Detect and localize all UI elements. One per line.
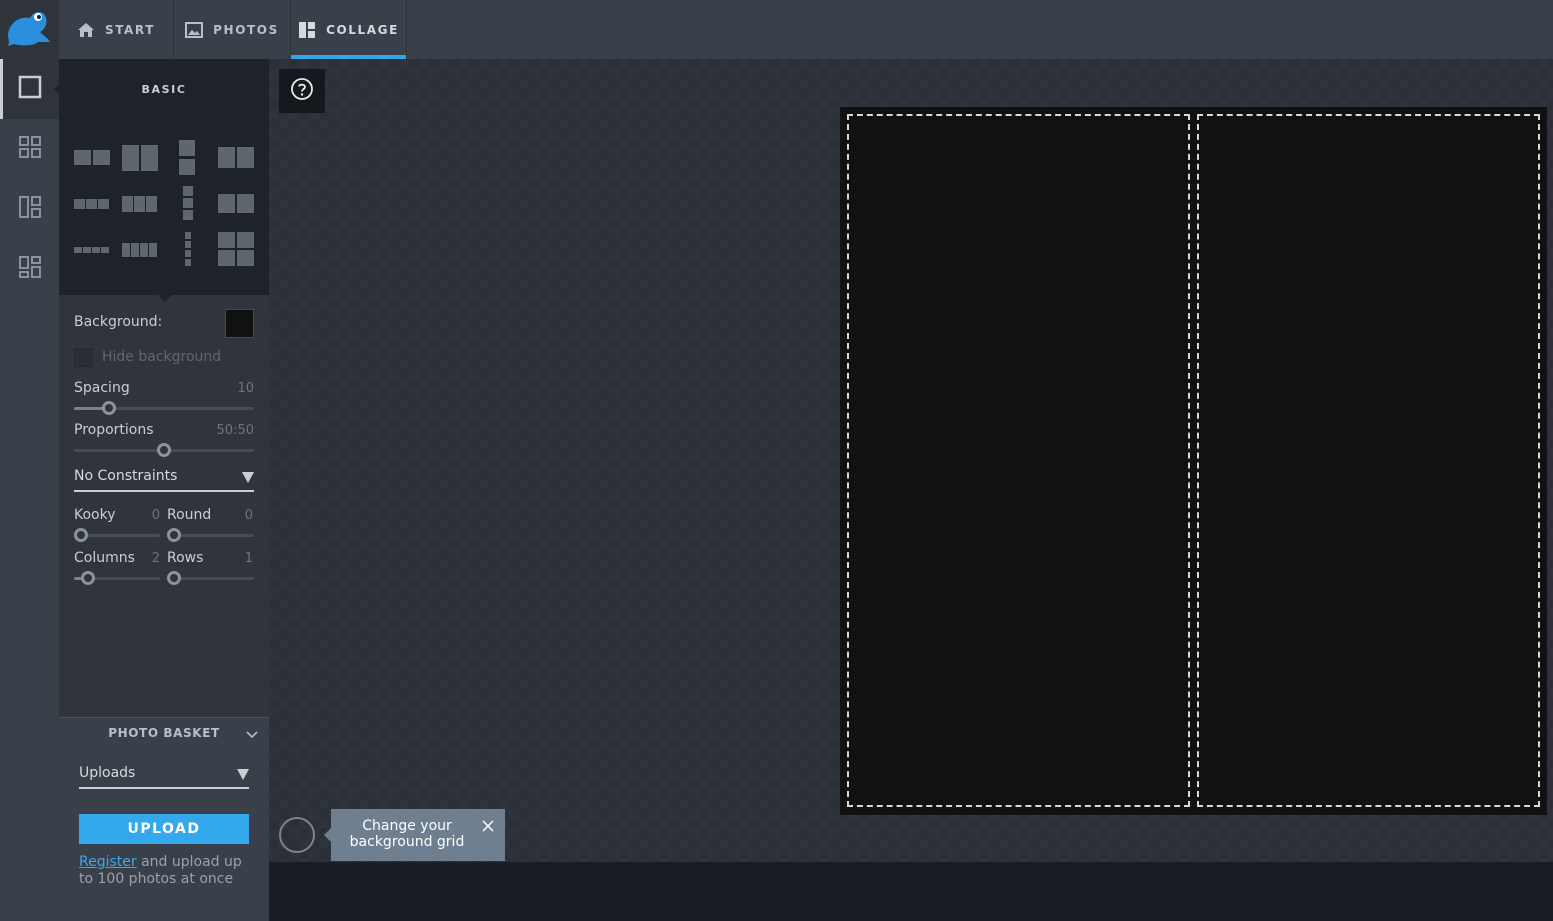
image-icon — [185, 21, 204, 39]
layout-4-horizontal-wide[interactable] — [74, 232, 110, 268]
dropdown-arrow-icon — [242, 472, 254, 483]
layout-3-horizontal-wide[interactable] — [74, 186, 110, 222]
hide-background-label: Hide background — [102, 349, 222, 365]
rail-grids[interactable] — [0, 119, 59, 179]
spacing-slider[interactable] — [74, 401, 254, 415]
upload-button[interactable]: UPLOAD — [79, 814, 249, 844]
layout-2-horizontal-wide[interactable] — [74, 140, 110, 176]
kooky-slider-handle[interactable] — [74, 528, 88, 542]
layout-2-square[interactable] — [218, 140, 254, 176]
kooky-slider[interactable] — [74, 528, 160, 542]
panel-title: BASIC — [59, 59, 269, 119]
top-nav-bar: START PHOTOS COLLAGE — [0, 0, 1553, 59]
rail-basic[interactable] — [0, 59, 60, 119]
layout-2-horizontal-tall[interactable] — [122, 140, 158, 176]
layout-3-horizontal-tall[interactable] — [122, 186, 158, 222]
rows-slider[interactable] — [167, 571, 254, 585]
constraints-select-value: No Constraints — [74, 468, 178, 484]
kooky-value: 0 — [151, 508, 160, 523]
mosaic-layout-icon — [18, 195, 42, 223]
grid-layout-icon — [18, 135, 42, 163]
basket-source-value: Uploads — [79, 765, 136, 781]
rail-freestyle[interactable] — [0, 239, 59, 299]
collage-icon — [298, 21, 316, 39]
layout-3-vertical[interactable] — [170, 186, 206, 222]
background-color-swatch[interactable] — [225, 309, 254, 338]
layout-4-horizontal-tall[interactable] — [122, 232, 158, 268]
columns-label: Columns — [74, 550, 135, 566]
register-note: Register and upload up to 100 photos at … — [79, 854, 254, 888]
collage-canvas — [840, 107, 1547, 815]
tab-collage[interactable]: COLLAGE — [291, 0, 407, 59]
rows-value: 1 — [244, 551, 253, 566]
photo-basket-title: PHOTO BASKET — [108, 726, 220, 740]
logo-frog-icon[interactable] — [0, 0, 59, 59]
photo-basket: PHOTO BASKET Uploads UPLOAD Register and… — [59, 717, 269, 921]
layout-4-grid[interactable] — [218, 232, 254, 268]
tab-start-label: START — [104, 22, 156, 37]
proportions-slider[interactable] — [74, 443, 254, 457]
tooltip: Change your background grid — [324, 809, 505, 861]
close-icon[interactable] — [481, 819, 495, 833]
tooltip-text: Change your background grid — [349, 818, 465, 850]
freestyle-layout-icon — [18, 255, 42, 283]
columns-value: 2 — [151, 551, 160, 566]
register-link[interactable]: Register — [79, 854, 137, 870]
basket-source-select[interactable]: Uploads — [79, 765, 249, 789]
proportions-label: Proportions — [74, 422, 154, 438]
proportions-slider-handle[interactable] — [157, 443, 171, 457]
tab-collage-label: COLLAGE — [326, 22, 399, 37]
proportions-value: 50:50 — [216, 423, 254, 438]
constraints-select[interactable]: No Constraints — [74, 468, 254, 492]
chevron-down-icon[interactable] — [245, 726, 259, 740]
basic-layout-icon — [18, 75, 42, 103]
rail-mosaic[interactable] — [0, 179, 59, 239]
layout-presets — [59, 119, 269, 302]
rows-slider-handle[interactable] — [167, 571, 181, 585]
round-value: 0 — [244, 508, 253, 523]
collage-cell-1[interactable] — [847, 114, 1190, 807]
layout-rail — [0, 59, 60, 921]
layout-4-vertical[interactable] — [170, 232, 206, 268]
help-icon — [290, 77, 314, 105]
rows-label: Rows — [167, 550, 204, 566]
help-button[interactable] — [279, 69, 325, 113]
tab-photos-label: PHOTOS — [213, 22, 279, 37]
background-label: Background: — [74, 314, 163, 330]
bottom-bar — [269, 862, 1553, 921]
tab-photos[interactable]: PHOTOS — [174, 0, 291, 59]
columns-slider[interactable] — [74, 571, 160, 585]
round-slider-handle[interactable] — [167, 528, 181, 542]
dropdown-arrow-icon — [237, 769, 249, 780]
home-icon — [77, 21, 95, 39]
tour-hotspot[interactable] — [279, 817, 315, 853]
round-slider[interactable] — [167, 528, 254, 542]
kooky-label: Kooky — [74, 507, 116, 523]
layout-2-wide[interactable] — [218, 186, 254, 222]
spacing-value: 10 — [237, 381, 254, 396]
hide-background-checkbox[interactable] — [74, 348, 93, 367]
collage-cell-2[interactable] — [1197, 114, 1540, 807]
round-label: Round — [167, 507, 212, 523]
tab-start[interactable]: START — [59, 0, 174, 59]
layout-2-vertical[interactable] — [170, 140, 206, 176]
spacing-label: Spacing — [74, 380, 130, 396]
